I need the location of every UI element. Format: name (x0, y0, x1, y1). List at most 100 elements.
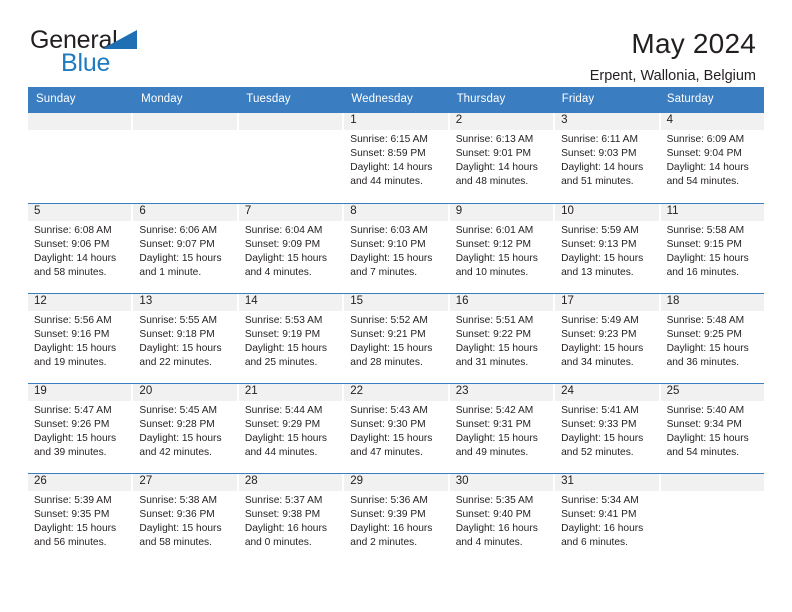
day-cell[interactable]: 1 Sunrise: 6:15 AM Sunset: 8:59 PM Daylight… (344, 112, 448, 203)
day-number-band: 3 (555, 112, 659, 130)
day-sunset-text: Sunset: 9:21 PM (350, 328, 426, 340)
day-daylight1-text: Daylight: 15 hours (139, 523, 222, 535)
day-cell[interactable]: 11 Sunrise: 5:58 AM Sunset: 9:15 PM Dayligh… (660, 203, 764, 293)
day-cell[interactable]: 9 Sunrise: 6:01 AM Sunset: 9:12 PM Daylight… (449, 203, 554, 293)
day-sunset-text: Sunset: 9:09 PM (244, 238, 321, 250)
day-cell[interactable]: 29 Sunrise: 5:36 AM Sunset: 9:39 PM Dayligh… (344, 473, 448, 563)
day-sunset-text: Sunset: 9:26 PM (34, 418, 110, 430)
day-number: 22 (350, 385, 364, 398)
day-info: Sunrise: 5:42 AM Sunset: 9:31 PM Daylight:… (450, 401, 553, 461)
day-sunset-text: Sunset: 9:15 PM (666, 238, 742, 250)
day-cell[interactable]: 3 Sunrise: 6:11 AM Sunset: 9:03 PM Daylight… (555, 112, 659, 203)
day-sunrise-text: Sunrise: 6:06 AM (139, 224, 218, 236)
day-cell[interactable]: 31 Sunrise: 5:34 AM Sunset: 9:41 PM Dayligh… (555, 473, 659, 563)
day-cell[interactable]: 28 Sunrise: 5:37 AM Sunset: 9:38 PM Dayligh… (238, 473, 343, 563)
day-info: Sunrise: 5:38 AM Sunset: 9:36 PM Daylight:… (133, 491, 236, 551)
day-number: 20 (139, 385, 153, 398)
day-info: Sunrise: 6:15 AM Sunset: 8:59 PM Daylight:… (344, 130, 447, 190)
day-cell[interactable]: 23 Sunrise: 5:42 AM Sunset: 9:31 PM Dayligh… (449, 383, 554, 473)
day-sunrise-text: Sunrise: 6:03 AM (350, 224, 428, 236)
day-cell[interactable]: 19 Sunrise: 5:47 AM Sunset: 9:26 PM Dayligh… (28, 383, 132, 473)
day-number-band: 19 (28, 383, 132, 401)
day-number: 28 (244, 475, 258, 488)
day-number-band: 12 (28, 293, 132, 311)
day-cell-empty (660, 473, 764, 563)
day-number-band: 10 (555, 203, 659, 221)
day-sunrise-text: Sunrise: 5:56 AM (34, 314, 112, 326)
day-number: 21 (244, 385, 258, 398)
day-info: Sunrise: 5:59 AM Sunset: 9:13 PM Daylight:… (555, 221, 658, 281)
general-blue-logo[interactable]: General Blue (30, 28, 165, 80)
day-info: Sunrise: 5:56 AM Sunset: 9:16 PM Daylight:… (28, 311, 131, 371)
day-sunrise-text: Sunrise: 5:39 AM (34, 494, 112, 506)
day-number: 3 (561, 114, 568, 127)
day-number-band: 21 (238, 383, 343, 401)
day-daylight2-text: and 13 minutes. (561, 267, 634, 279)
day-info: Sunrise: 5:34 AM Sunset: 9:41 PM Daylight:… (555, 491, 658, 551)
day-cell[interactable]: 27 Sunrise: 5:38 AM Sunset: 9:36 PM Dayligh… (133, 473, 237, 563)
day-cell[interactable]: 24 Sunrise: 5:41 AM Sunset: 9:33 PM Dayligh… (555, 383, 659, 473)
day-info: Sunrise: 5:37 AM Sunset: 9:38 PM Daylight:… (239, 491, 342, 551)
day-daylight1-text: Daylight: 15 hours (666, 253, 749, 265)
day-cell[interactable]: 7 Sunrise: 6:04 AM Sunset: 9:09 PM Daylight… (238, 203, 343, 293)
day-daylight2-text: and 51 minutes. (561, 176, 634, 188)
day-sunset-text: Sunset: 8:59 PM (350, 147, 426, 159)
day-cell[interactable]: 8 Sunrise: 6:03 AM Sunset: 9:10 PM Daylight… (344, 203, 448, 293)
day-cell-empty (133, 112, 237, 203)
day-cell[interactable]: 4 Sunrise: 6:09 AM Sunset: 9:04 PM Daylight… (660, 112, 764, 203)
day-sunrise-text: Sunrise: 5:52 AM (350, 314, 428, 326)
day-number-band (28, 112, 132, 130)
day-cell[interactable]: 10 Sunrise: 5:59 AM Sunset: 9:13 PM Dayligh… (555, 203, 659, 293)
day-sunset-text: Sunset: 9:29 PM (244, 418, 321, 430)
calendar-grid: Sunday Monday Tuesday Wednesday Thursday Frid… (28, 87, 764, 563)
day-sunrise-text: Sunrise: 5:49 AM (561, 314, 639, 326)
day-cell[interactable]: 21 Sunrise: 5:44 AM Sunset: 9:29 PM Dayligh… (238, 383, 343, 473)
day-cell[interactable]: 17 Sunrise: 5:49 AM Sunset: 9:23 PM Dayligh… (555, 293, 659, 383)
day-cell[interactable]: 26 Sunrise: 5:39 AM Sunset: 9:35 PM Dayligh… (28, 473, 132, 563)
day-sunrise-text: Sunrise: 5:40 AM (666, 404, 745, 416)
day-number-band: 26 (28, 473, 132, 491)
week-row: 19 Sunrise: 5:47 AM Sunset: 9:26 PM Dayligh… (28, 382, 764, 473)
day-cell[interactable]: 5 Sunrise: 6:08 AM Sunset: 9:06 PM Daylight… (28, 203, 132, 293)
day-number-band: 25 (660, 383, 764, 401)
day-cell[interactable]: 2 Sunrise: 6:13 AM Sunset: 9:01 PM Daylight… (449, 112, 554, 203)
day-sunrise-text: Sunrise: 5:55 AM (139, 314, 218, 326)
day-cell[interactable]: 6 Sunrise: 6:06 AM Sunset: 9:07 PM Daylight… (133, 203, 237, 293)
day-cell[interactable]: 16 Sunrise: 5:51 AM Sunset: 9:22 PM Dayligh… (449, 293, 554, 383)
day-info: Sunrise: 5:49 AM Sunset: 9:23 PM Daylight:… (555, 311, 658, 371)
day-daylight1-text: Daylight: 15 hours (666, 433, 749, 445)
day-number: 24 (561, 385, 574, 398)
day-daylight2-text: and 4 minutes. (455, 537, 523, 549)
day-sunset-text: Sunset: 9:19 PM (244, 328, 321, 340)
day-number-band: 30 (449, 473, 554, 491)
day-info: Sunrise: 5:44 AM Sunset: 9:29 PM Daylight:… (239, 401, 342, 461)
day-number: 31 (561, 475, 574, 488)
day-cell[interactable]: 30 Sunrise: 5:35 AM Sunset: 9:40 PM Dayligh… (449, 473, 554, 563)
day-sunset-text: Sunset: 9:13 PM (561, 238, 637, 250)
day-sunset-text: Sunset: 9:12 PM (455, 238, 532, 250)
day-cell[interactable]: 20 Sunrise: 5:45 AM Sunset: 9:28 PM Dayligh… (133, 383, 237, 473)
day-daylight2-text: and 19 minutes. (34, 357, 107, 369)
day-sunset-text: Sunset: 9:41 PM (561, 508, 637, 520)
day-daylight2-text: and 16 minutes. (666, 267, 740, 279)
day-cell[interactable]: 22 Sunrise: 5:43 AM Sunset: 9:30 PM Dayligh… (344, 383, 448, 473)
day-sunrise-text: Sunrise: 5:42 AM (455, 404, 534, 416)
day-sunset-text: Sunset: 9:35 PM (34, 508, 110, 520)
day-info: Sunrise: 5:53 AM Sunset: 9:19 PM Daylight:… (239, 311, 342, 371)
day-cell[interactable]: 14 Sunrise: 5:53 AM Sunset: 9:19 PM Dayligh… (238, 293, 343, 383)
day-number: 26 (34, 475, 47, 488)
day-cell[interactable]: 15 Sunrise: 5:52 AM Sunset: 9:21 PM Dayligh… (344, 293, 448, 383)
day-cell[interactable]: 13 Sunrise: 5:55 AM Sunset: 9:18 PM Dayligh… (133, 293, 237, 383)
day-sunrise-text: Sunrise: 5:41 AM (561, 404, 639, 416)
day-daylight2-text: and 25 minutes. (244, 357, 318, 369)
day-sunset-text: Sunset: 9:16 PM (34, 328, 110, 340)
day-cell[interactable]: 18 Sunrise: 5:48 AM Sunset: 9:25 PM Dayligh… (660, 293, 764, 383)
day-number-band: 15 (344, 293, 448, 311)
day-number-band: 31 (555, 473, 659, 491)
day-cell[interactable]: 12 Sunrise: 5:56 AM Sunset: 9:16 PM Dayligh… (28, 293, 132, 383)
day-sunrise-text: Sunrise: 5:48 AM (666, 314, 745, 326)
weekday-header-wednesday: Wednesday (351, 93, 413, 105)
day-sunset-text: Sunset: 9:36 PM (139, 508, 215, 520)
day-cell[interactable]: 25 Sunrise: 5:40 AM Sunset: 9:34 PM Dayligh… (660, 383, 764, 473)
day-daylight2-text: and 22 minutes. (139, 357, 212, 369)
